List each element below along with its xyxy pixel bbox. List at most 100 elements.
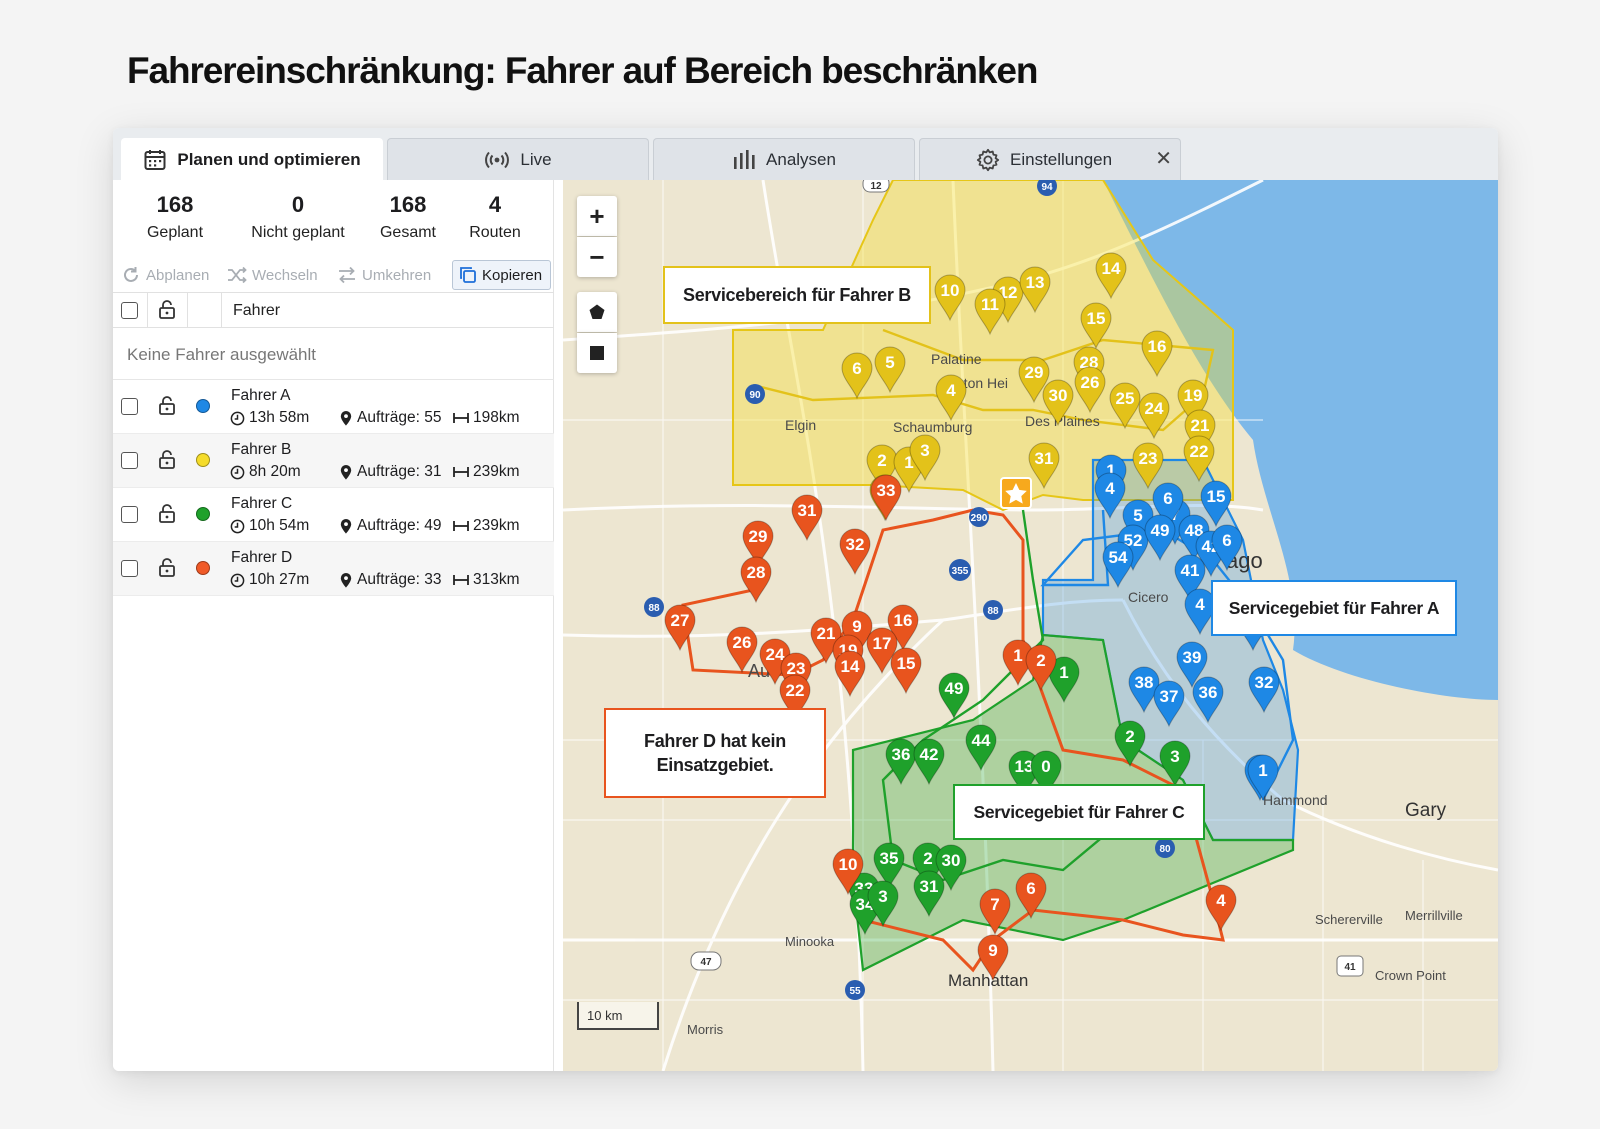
zoom-in-button[interactable]: + [577, 196, 617, 236]
pin-label: 22 [786, 681, 805, 700]
tab-settings[interactable]: Einstellungen ✕ [919, 138, 1181, 180]
pin-label: 49 [1151, 521, 1170, 540]
tab-plan-optimize[interactable]: Planen und optimieren [121, 138, 383, 180]
driver-color-dot [196, 561, 210, 575]
place-label: Manhattan [948, 971, 1028, 990]
highway-shield: 41 [1336, 955, 1364, 977]
square-icon [590, 346, 604, 360]
pin-label: 16 [894, 611, 913, 630]
driver-orders-value: Aufträge: 31 [357, 463, 442, 480]
shield-label: 12 [870, 181, 882, 192]
close-icon[interactable]: ✕ [1155, 149, 1172, 169]
driver-row-c[interactable]: Fahrer C 10h 54m Aufträge: 49 239km [113, 488, 554, 542]
stop-pin-d[interactable]: 28 [740, 556, 772, 604]
highway-shield: 90 [745, 384, 765, 404]
copy-icon [460, 267, 476, 283]
driver-checkbox[interactable] [121, 452, 138, 469]
pin-label: 42 [920, 745, 939, 764]
map-view[interactable]: Palatine ington Hei Elgin Schaumburg Des… [563, 180, 1498, 1071]
stat-label: Geplant [146, 224, 204, 241]
pin-label: 5 [885, 353, 894, 372]
draw-rectangle-button[interactable] [577, 333, 617, 373]
pin-label: 36 [892, 745, 911, 764]
pin-label: 19 [1184, 386, 1203, 405]
pin-label: 26 [733, 633, 752, 652]
tab-analytics[interactable]: Analysen [653, 138, 915, 180]
driver-checkbox[interactable] [121, 398, 138, 415]
pin-label: 31 [920, 877, 939, 896]
calendar-icon [144, 149, 166, 170]
driver-orders: Aufträge: 33 [339, 571, 441, 589]
pin-label: 4 [946, 381, 956, 400]
pin-label: 27 [671, 611, 690, 630]
draw-polygon-button[interactable] [577, 292, 617, 332]
shield-label: 41 [1344, 962, 1356, 973]
copy-button[interactable]: Kopieren [452, 260, 552, 290]
shield-label: 355 [952, 566, 969, 577]
pin-label: 29 [749, 527, 768, 546]
driver-distance-value: 239km [473, 517, 520, 534]
undo-icon [124, 267, 138, 282]
pin-label: 21 [1191, 416, 1210, 435]
depot-star-icon[interactable] [1000, 477, 1032, 509]
pin-label: 44 [972, 731, 991, 750]
lock-open-icon[interactable] [158, 504, 176, 524]
zoom-out-button[interactable]: − [577, 237, 617, 277]
pin-label: 21 [817, 624, 836, 643]
lock-open-icon[interactable] [158, 450, 176, 470]
driver-row-a[interactable]: Fahrer A 13h 58m Aufträge: 55 198km [113, 380, 554, 434]
lock-open-icon[interactable] [158, 300, 176, 320]
stat-label: Nicht geplant [251, 224, 345, 241]
clock-icon [230, 465, 245, 479]
location-pin-icon [340, 410, 352, 426]
stop-pin-d[interactable]: 32 [839, 528, 871, 576]
driver-orders-value: Aufträge: 49 [357, 517, 442, 534]
stop-pin-d[interactable]: 31 [791, 494, 823, 542]
driver-time-value: 8h 20m [249, 463, 301, 480]
column-divider [187, 293, 188, 327]
unplan-button[interactable]: Abplanen [121, 260, 209, 290]
pin-label: 38 [1135, 673, 1154, 692]
map-scale: 10 km [577, 1002, 659, 1030]
pin-label: 2 [1036, 651, 1045, 670]
stop-pin-d[interactable]: 4 [1205, 884, 1237, 932]
pin-label: 32 [846, 535, 865, 554]
swap-button[interactable]: Wechseln [227, 260, 318, 290]
driver-time-value: 10h 54m [249, 517, 310, 534]
driver-row-b[interactable]: Fahrer B 8h 20m Aufträge: 31 239km [113, 434, 554, 488]
stop-pin-d[interactable]: 27 [664, 604, 696, 652]
stop-pin-d[interactable]: 15 [890, 647, 922, 695]
stat-value: 168 [156, 192, 194, 217]
highway-shield: 88 [644, 597, 664, 617]
driver-orders: Aufträge: 31 [339, 463, 441, 481]
pin-label: 3 [878, 887, 887, 906]
pin-label: 39 [1183, 648, 1202, 667]
driver-row-d[interactable]: Fahrer D 10h 27m Aufträge: 33 313km [113, 542, 554, 596]
pin-label: 6 [1163, 489, 1172, 508]
driver-checkbox[interactable] [121, 506, 138, 523]
pin-label: 3 [920, 441, 929, 460]
driver-time-value: 10h 27m [249, 571, 310, 588]
shield-label: 94 [1041, 182, 1053, 193]
driver-time: 13h 58m [230, 409, 309, 427]
pin-label: 30 [942, 851, 961, 870]
bar-chart-icon [734, 149, 755, 169]
lock-open-icon[interactable] [158, 558, 176, 578]
reverse-button[interactable]: Umkehren [337, 260, 431, 290]
tab-live[interactable]: Live [387, 138, 649, 180]
lock-open-icon[interactable] [158, 396, 176, 416]
driver-distance-value: 198km [473, 409, 520, 426]
driver-distance-value: 313km [473, 571, 520, 588]
driver-checkbox[interactable] [121, 560, 138, 577]
shuffle-icon [228, 266, 247, 284]
shield-label: 290 [971, 513, 988, 524]
tab-label: Live [520, 149, 552, 169]
pin-label: 4 [1105, 479, 1115, 498]
driver-time: 10h 27m [230, 571, 309, 589]
select-all-checkbox[interactable] [121, 302, 138, 319]
shield-label: 88 [648, 603, 660, 614]
column-divider [221, 293, 222, 327]
pin-label: 31 [798, 501, 817, 520]
highway-shield: 80 [1155, 838, 1175, 858]
stop-pin-d[interactable]: 33 [870, 474, 902, 522]
